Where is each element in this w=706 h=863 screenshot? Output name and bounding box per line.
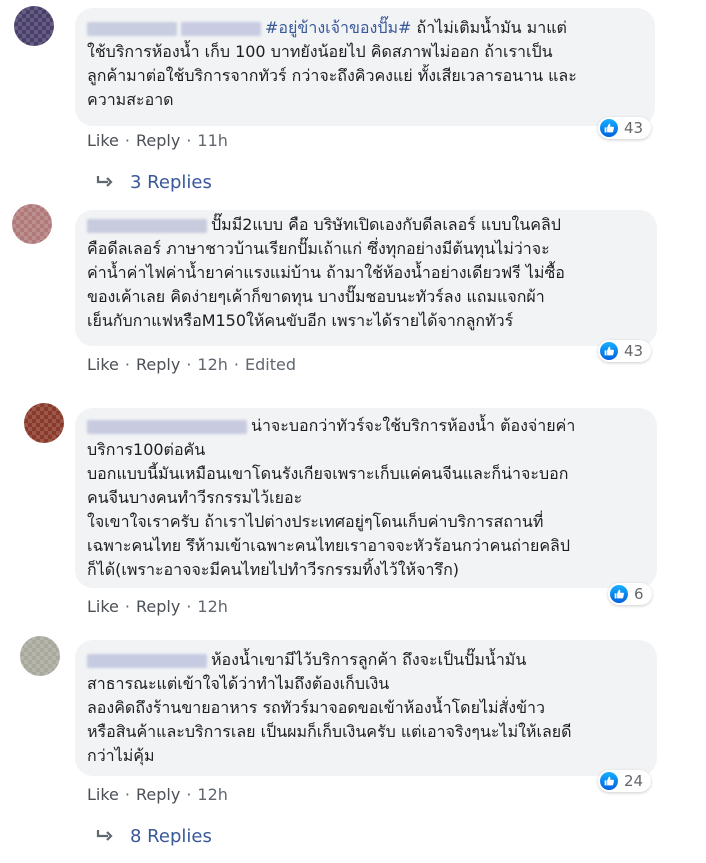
reaction-count[interactable]: 43 bbox=[598, 340, 652, 362]
replies-count[interactable]: 3 Replies bbox=[130, 172, 212, 193]
comment-text: ความสะอาด bbox=[87, 90, 174, 109]
comment-text: สาธารณะแต่เข้าใจได้ว่าทำไมถึงต้องเก็บเงิ… bbox=[87, 674, 390, 693]
reaction-count[interactable]: 43 bbox=[598, 117, 652, 139]
comment-text: ถ้าไม่เติมน้ำมัน มาแต่ bbox=[411, 18, 567, 37]
comment-line: ห้องน้ำเขามีไว้บริการลูกค้า ถึงจะเป็นปั๊… bbox=[87, 648, 645, 672]
reply-link[interactable]: Reply bbox=[136, 131, 180, 150]
separator-dot: · bbox=[186, 596, 192, 616]
comment-text: หรือสินค้าและบริการเลย เป็นผมก็เก็บเงินค… bbox=[87, 722, 572, 741]
comment-text: ของเค้าเลย คิดง่ายๆเค้าก็ขาดทุน บางปั๊มช… bbox=[87, 287, 545, 306]
hashtag-link[interactable]: #อยู่ข้างเจ้าของปั๊ม# bbox=[265, 18, 411, 37]
thumbs-up-icon bbox=[600, 119, 618, 137]
commenter-name-redacted[interactable] bbox=[87, 21, 177, 36]
comment-actions: Like · Reply · 12h bbox=[87, 783, 228, 805]
separator-dot: · bbox=[186, 130, 192, 150]
commenter-name-redacted[interactable] bbox=[87, 218, 207, 233]
comment-text: ปั๊มมี2แบบ คือ บริษัทเปิดเองกับดีลเลอร์ … bbox=[211, 215, 561, 234]
commenter-avatar[interactable] bbox=[12, 204, 52, 244]
comment-line: ปั๊มมี2แบบ คือ บริษัทเปิดเองกับดีลเลอร์ … bbox=[87, 213, 645, 237]
like-link[interactable]: Like bbox=[87, 355, 119, 374]
reply-arrow-icon bbox=[96, 175, 114, 189]
separator-dot: · bbox=[186, 354, 192, 374]
comment-text: ห้องน้ำเขามีไว้บริการลูกค้า ถึงจะเป็นปั๊… bbox=[211, 650, 527, 669]
comment-text: คนจีนบางคนทำวีรกรรมไว้เยอะ bbox=[87, 488, 303, 507]
reply-link[interactable]: Reply bbox=[136, 785, 180, 804]
thumbs-up-icon bbox=[600, 772, 618, 790]
commenter-name-redacted[interactable] bbox=[87, 419, 247, 434]
timestamp[interactable]: 12h bbox=[197, 355, 228, 374]
reaction-count[interactable]: 6 bbox=[608, 583, 652, 605]
separator-dot: · bbox=[233, 354, 239, 374]
comment-text: บอกแบบนี้มันเหมือนเขาโดนรังเกียจเพราะเก็… bbox=[87, 464, 569, 483]
comment-text: ก็ได้(เพราะอาจจะมีคนไทยไปทำวีรกรรมทิ้งไว… bbox=[87, 560, 460, 579]
view-replies-link[interactable]: 3 Replies bbox=[96, 170, 212, 194]
comment-actions: Like · Reply · 12h · Edited bbox=[87, 353, 296, 375]
commenter-avatar[interactable] bbox=[14, 6, 54, 46]
comment-actions: Like · Reply · 11h bbox=[87, 129, 228, 151]
commenter-name-redacted[interactable] bbox=[181, 21, 261, 36]
comment-text: ลองคิดถึงร้านขายอาหาร รถทัวร์มาจอดขอเข้า… bbox=[87, 698, 546, 717]
reaction-number: 43 bbox=[624, 342, 644, 360]
thumbs-up-icon bbox=[600, 342, 618, 360]
comment-line: น่าจะบอกว่าทัวร์จะใช้บริการห้องน้ำ ต้องจ… bbox=[87, 414, 645, 438]
separator-dot: · bbox=[124, 354, 130, 374]
comment-text: เย็นกับกาแฟหรือM150ให้คนขับอีก เพราะได้ร… bbox=[87, 311, 514, 330]
reply-arrow-icon bbox=[96, 829, 114, 843]
comment-text: ลูกค้ามาต่อใช้บริการจากทัวร์ กว่าจะถึงคิ… bbox=[87, 66, 577, 85]
comment-text: ใจเขาใจเราครับ ถ้าเราไปต่างประเทศอยู่ๆโด… bbox=[87, 512, 544, 531]
timestamp[interactable]: 12h bbox=[197, 785, 228, 804]
view-replies-link[interactable]: 8 Replies bbox=[96, 824, 212, 848]
like-link[interactable]: Like bbox=[87, 131, 119, 150]
comment-text: ค่าน้ำค่าไฟค่าน้ำยาค่าแรงแม่บ้าน ถ้ามาใช… bbox=[87, 263, 565, 282]
replies-count[interactable]: 8 Replies bbox=[130, 826, 212, 847]
comment-text: เฉพาะคนไทย รึห้ามเข้าเฉพาะคนไทยเราอาจจะห… bbox=[87, 536, 571, 555]
timestamp[interactable]: 11h bbox=[197, 131, 228, 150]
comment-line: #อยู่ข้างเจ้าของปั๊ม# ถ้าไม่เติมน้ำมัน ม… bbox=[87, 16, 643, 40]
commenter-avatar[interactable] bbox=[20, 636, 60, 676]
timestamp[interactable]: 12h bbox=[197, 597, 228, 616]
comment-bubble: ปั๊มมี2แบบ คือ บริษัทเปิดเองกับดีลเลอร์ … bbox=[75, 210, 657, 346]
comment-text: คือดีลเลอร์ ภาษาชาวบ้านเรียกปั๊มเถ้าแก่ … bbox=[87, 239, 550, 258]
reaction-count[interactable]: 24 bbox=[598, 770, 652, 792]
separator-dot: · bbox=[124, 596, 130, 616]
separator-dot: · bbox=[186, 784, 192, 804]
commenter-name-redacted[interactable] bbox=[87, 653, 207, 668]
reaction-number: 24 bbox=[624, 772, 644, 790]
comment-bubble: #อยู่ข้างเจ้าของปั๊ม# ถ้าไม่เติมน้ำมัน ม… bbox=[75, 8, 655, 126]
comment-bubble: น่าจะบอกว่าทัวร์จะใช้บริการห้องน้ำ ต้องจ… bbox=[75, 408, 657, 588]
reaction-number: 6 bbox=[634, 585, 644, 603]
edited-label[interactable]: Edited bbox=[245, 355, 296, 374]
comment-text: น่าจะบอกว่าทัวร์จะใช้บริการห้องน้ำ ต้องจ… bbox=[251, 416, 576, 435]
comment-bubble: ห้องน้ำเขามีไว้บริการลูกค้า ถึงจะเป็นปั๊… bbox=[75, 640, 657, 776]
comment-text: บริการ100ต่อคัน bbox=[87, 440, 206, 459]
comment-text: ใช้บริการห้องน้ำ เก็บ 100 บาทยังน้อยไป ค… bbox=[87, 42, 553, 61]
comment-actions: Like · Reply · 12h bbox=[87, 595, 228, 617]
commenter-avatar[interactable] bbox=[24, 403, 64, 443]
like-link[interactable]: Like bbox=[87, 785, 119, 804]
reply-link[interactable]: Reply bbox=[136, 597, 180, 616]
thumbs-up-icon bbox=[610, 585, 628, 603]
comment-text: กว่าไม่คุ้ม bbox=[87, 746, 155, 765]
separator-dot: · bbox=[124, 130, 130, 150]
reply-link[interactable]: Reply bbox=[136, 355, 180, 374]
reaction-number: 43 bbox=[624, 119, 644, 137]
like-link[interactable]: Like bbox=[87, 597, 119, 616]
separator-dot: · bbox=[124, 784, 130, 804]
